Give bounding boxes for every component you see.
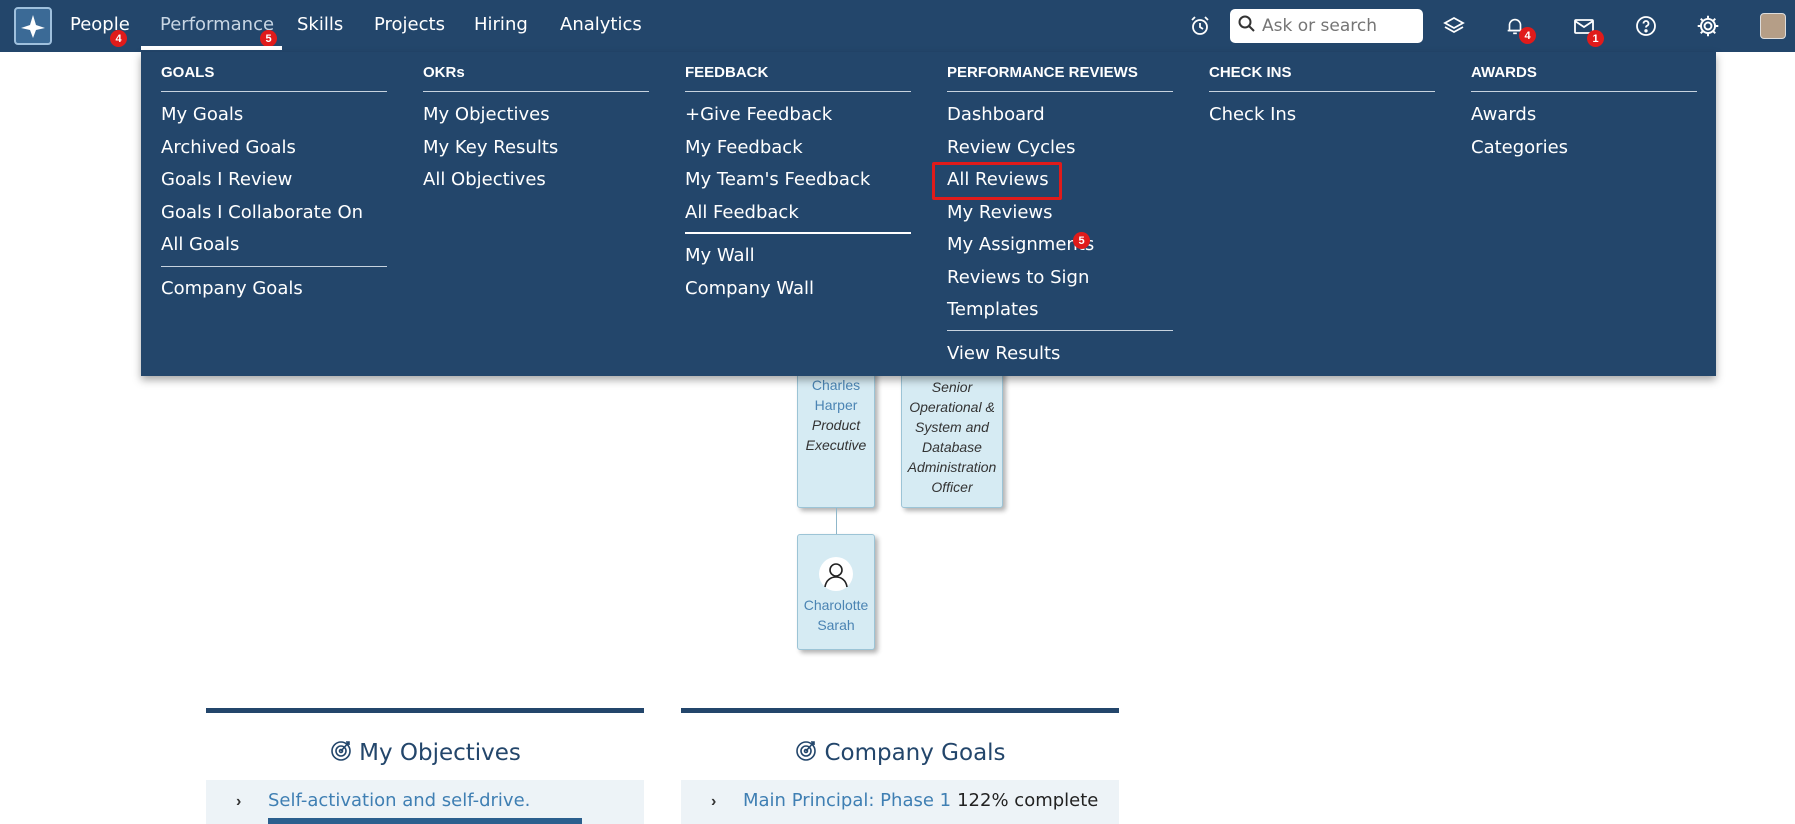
chevron-right-icon[interactable]: › [711, 793, 716, 811]
menu-item-my-key-results[interactable]: My Key Results [423, 137, 558, 158]
avatar[interactable] [1760, 13, 1786, 39]
logo-icon[interactable] [14, 7, 52, 45]
menu-divider [947, 330, 1173, 331]
company-goal-row[interactable]: › Main Principal: Phase 1 122% complete [681, 780, 1119, 824]
menu-item-check-ins[interactable]: Check Ins [1209, 104, 1296, 125]
company-goals-panel: Company Goals › Main Principal: Phase 1 1… [681, 708, 1119, 824]
menu-item-my-objectives[interactable]: My Objectives [423, 104, 550, 125]
menu-item-archived-goals[interactable]: Archived Goals [161, 137, 296, 158]
org-node-charles-harper[interactable]: Charles Harper Product Executive [797, 360, 875, 508]
menu-item-view-results[interactable]: View Results [947, 343, 1060, 364]
nav-analytics[interactable]: Analytics [560, 14, 642, 35]
menu-heading-okrs: OKRs [423, 64, 649, 92]
org-node-senior-officer[interactable]: Senior Operational & System and Database… [901, 360, 1003, 508]
org-node-title: System and [915, 419, 989, 435]
people-badge: 4 [110, 30, 127, 47]
menu-item-my-assignments[interactable]: My Assignments [947, 234, 1094, 255]
performance-badge: 5 [260, 30, 277, 47]
menu-item-dashboard[interactable]: Dashboard [947, 104, 1045, 125]
panel-top-bar [681, 708, 1119, 713]
layers-icon[interactable] [1440, 12, 1468, 40]
my-objectives-panel: My Objectives › Self-activation and self… [206, 708, 644, 824]
company-goals-title: Company Goals [681, 738, 1119, 768]
menu-item-goals-i-collaborate-on[interactable]: Goals I Collaborate On [161, 202, 363, 223]
search-box[interactable] [1230, 9, 1423, 43]
active-nav-indicator [141, 46, 282, 50]
org-node-title: Product [811, 417, 861, 433]
menu-item-reviews-to-sign[interactable]: Reviews to Sign [947, 267, 1089, 288]
menu-item-all-goals[interactable]: All Goals [161, 234, 239, 255]
panel-title-text: My Objectives [359, 740, 521, 766]
org-node-name: Charles [811, 377, 861, 393]
menu-item-my-reviews[interactable]: My Reviews [947, 202, 1053, 223]
objective-link[interactable]: Self-activation and self-drive. [268, 790, 530, 811]
org-node-name: Harper [814, 397, 858, 413]
gear-icon[interactable] [1694, 12, 1722, 40]
menu-heading-feedback: FEEDBACK [685, 64, 911, 92]
chevron-right-icon[interactable]: › [236, 793, 241, 811]
org-node-title: Executive [805, 437, 867, 453]
assignments-badge: 5 [1073, 232, 1090, 249]
objective-row[interactable]: › Self-activation and self-drive. [206, 780, 644, 824]
menu-item-review-cycles[interactable]: Review Cycles [947, 137, 1076, 158]
menu-item-company-wall[interactable]: Company Wall [685, 278, 814, 299]
org-node-title: Administration [907, 459, 997, 475]
search-input[interactable] [1262, 16, 1422, 36]
menu-item-my-wall[interactable]: My Wall [685, 245, 755, 266]
menu-divider [161, 266, 387, 267]
menu-item-my-feedback[interactable]: My Feedback [685, 137, 803, 158]
menu-heading-goals: GOALS [161, 64, 387, 92]
menu-item-categories[interactable]: Categories [1471, 137, 1568, 158]
nav-hiring[interactable]: Hiring [474, 14, 528, 35]
menu-heading-check-ins: CHECK INS [1209, 64, 1435, 92]
panel-title-text: Company Goals [824, 740, 1006, 766]
org-node-title: Officer [931, 479, 973, 495]
person-icon [819, 557, 853, 591]
menu-item-all-objectives[interactable]: All Objectives [423, 169, 546, 190]
company-goal-label[interactable]: Main Principal: Phase 1 [743, 790, 951, 811]
search-icon [1238, 15, 1256, 38]
org-node-charolotte-sarah[interactable]: Charolotte Sarah [797, 534, 875, 650]
my-objectives-title: My Objectives [206, 738, 644, 768]
nav-performance[interactable]: Performance [160, 14, 274, 35]
all-reviews-highlight [932, 162, 1062, 200]
menu-heading-awards: AWARDS [1471, 64, 1697, 92]
messages-badge: 1 [1587, 30, 1604, 47]
menu-item-goals-i-review[interactable]: Goals I Review [161, 169, 292, 190]
menu-item-templates[interactable]: Templates [947, 299, 1039, 320]
alarm-clock-icon[interactable] [1186, 12, 1214, 40]
nav-skills[interactable]: Skills [297, 14, 343, 35]
menu-divider [685, 232, 911, 234]
menu-item-company-goals[interactable]: Company Goals [161, 278, 303, 299]
notifications-badge: 4 [1519, 27, 1536, 44]
menu-item-give-feedback[interactable]: +Give Feedback [685, 104, 832, 125]
performance-dropdown-menu: GOALS My Goals Archived Goals Goals I Re… [141, 52, 1716, 376]
help-icon[interactable] [1632, 12, 1660, 40]
menu-item-all-feedback[interactable]: All Feedback [685, 202, 799, 223]
target-icon [329, 738, 353, 768]
company-goal-status: 122% complete [957, 790, 1099, 811]
company-goal-link[interactable]: Main Principal: Phase 1 122% complete [743, 790, 1098, 811]
org-node-name: Charolotte [803, 597, 869, 613]
menu-heading-performance-reviews: PERFORMANCE REVIEWS [947, 64, 1173, 92]
menu-item-my-goals[interactable]: My Goals [161, 104, 243, 125]
objective-progress-bar [268, 818, 582, 824]
top-navigation-bar: People 4 Performance 5 Skills Projects H… [0, 0, 1795, 52]
target-icon [794, 738, 818, 768]
menu-item-awards[interactable]: Awards [1471, 104, 1536, 125]
panel-top-bar [206, 708, 644, 713]
org-node-title: Senior [931, 379, 973, 395]
org-connector [836, 508, 837, 534]
org-node-title: Operational & [909, 399, 995, 415]
menu-item-my-teams-feedback[interactable]: My Team's Feedback [685, 169, 870, 190]
nav-projects[interactable]: Projects [374, 14, 445, 35]
org-node-name: Sarah [817, 617, 855, 633]
org-node-title: Database [922, 439, 982, 455]
